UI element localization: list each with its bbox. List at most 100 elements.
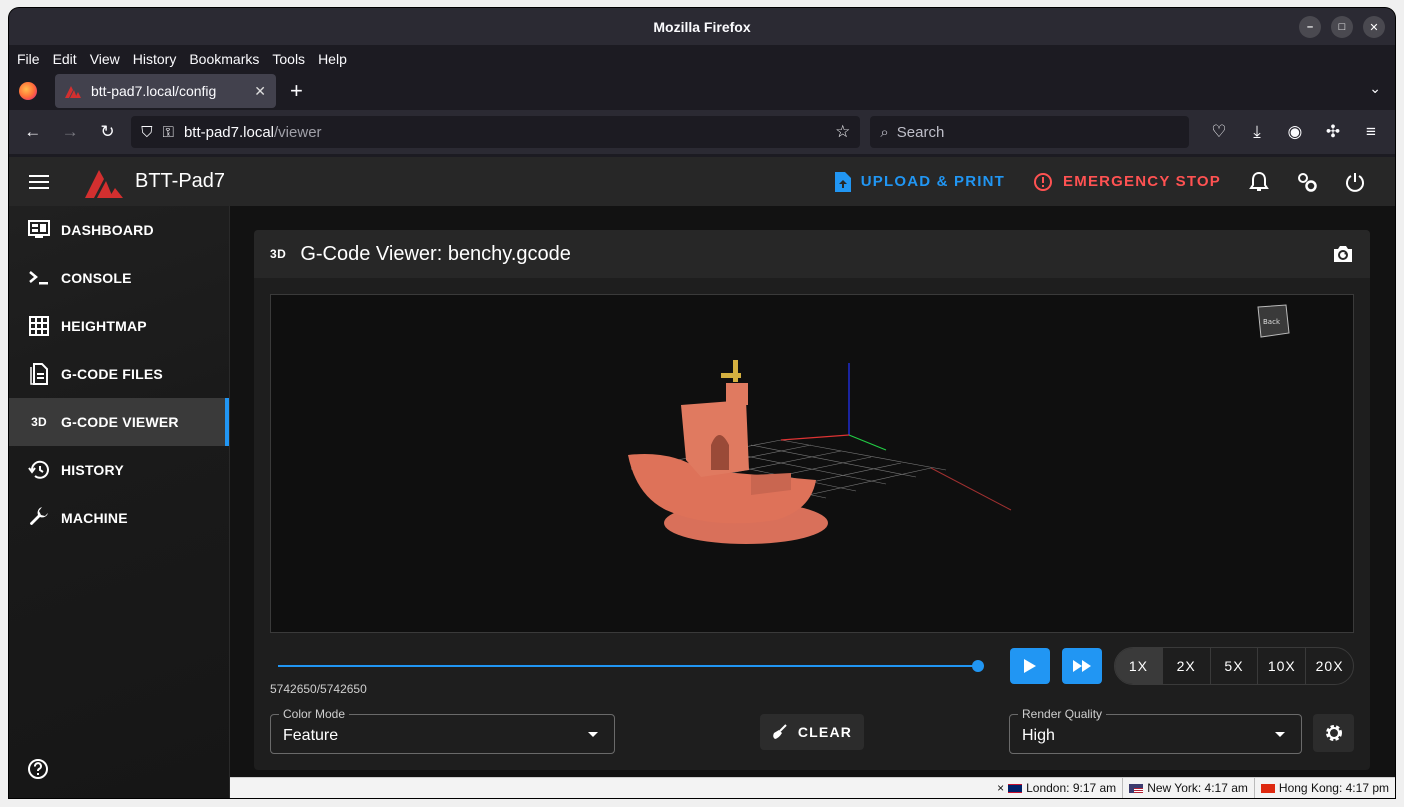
close-tab-icon[interactable]: ✕: [254, 83, 266, 100]
forward-button[interactable]: →: [54, 116, 85, 148]
play-button[interactable]: [1010, 648, 1050, 684]
x-axis: [780, 434, 850, 441]
camera-reset-icon[interactable]: [1332, 244, 1354, 264]
clock-status-bar: × London: 9:17 am New York: 4:17 am Hong…: [230, 777, 1395, 798]
menu-edit[interactable]: Edit: [53, 51, 77, 67]
3d-icon: 3D: [31, 415, 47, 429]
emergency-stop-button[interactable]: EMERGENCY STOP: [1019, 172, 1235, 192]
speed-5x-button[interactable]: 5X: [1211, 648, 1259, 684]
hamburger-menu-icon[interactable]: [29, 174, 49, 189]
menu-bookmarks[interactable]: Bookmarks: [189, 51, 259, 67]
new-tab-button[interactable]: +: [290, 78, 303, 104]
main-content: 3D G-Code Viewer: benchy.gcode Back 5742…: [230, 206, 1395, 780]
sidebar-item-heightmap[interactable]: HEIGHTMAP: [9, 302, 229, 350]
shield-icon[interactable]: ⛉: [141, 124, 152, 141]
minimize-button[interactable]: –: [1299, 16, 1321, 38]
history-icon: [27, 458, 51, 482]
render-quality-select[interactable]: Render Quality High: [1009, 707, 1302, 754]
pocket-icon[interactable]: ♡: [1203, 116, 1235, 148]
gcode-3d-viewport[interactable]: Back: [270, 294, 1354, 633]
menu-help[interactable]: Help: [318, 51, 347, 67]
power-icon[interactable]: [1331, 162, 1379, 202]
menu-view[interactable]: View: [90, 51, 120, 67]
notifications-bell-icon[interactable]: [1235, 162, 1283, 202]
gcode-render-canvas[interactable]: Back: [271, 295, 1355, 634]
speed-20x-button[interactable]: 20X: [1306, 648, 1353, 684]
search-bar[interactable]: ⌕ Search: [870, 116, 1189, 148]
file-document-icon: [27, 362, 51, 386]
sidebar-item-gcode-files[interactable]: G-CODE FILES: [9, 350, 229, 398]
browser-tab[interactable]: btt-pad7.local/config ✕: [55, 74, 276, 108]
file-upload-icon: [834, 171, 851, 192]
view-cube[interactable]: Back: [1257, 304, 1290, 338]
hk-flag-icon: [1260, 783, 1275, 793]
btt-favicon-icon: [65, 86, 81, 98]
mainsail-app: BTT-Pad7 UPLOAD & PRINT EMERGENCY STOP D…: [9, 157, 1395, 798]
sidebar-item-console[interactable]: CONSOLE: [9, 254, 229, 302]
window-title: Mozilla Firefox: [653, 18, 751, 35]
menu-history[interactable]: History: [133, 51, 177, 67]
sidebar-item-label: HEIGHTMAP: [61, 318, 147, 334]
broom-icon: [773, 724, 787, 739]
address-bar[interactable]: ⛉ ⚿ btt-pad7.local/viewer ☆: [131, 116, 861, 148]
printer-name: BTT-Pad7: [135, 170, 226, 192]
firefox-view-icon[interactable]: [19, 82, 37, 100]
speed-2x-button[interactable]: 2X: [1163, 648, 1211, 684]
search-icon: ⌕: [880, 123, 889, 141]
viewer-settings-button[interactable]: [1313, 714, 1354, 752]
slider-track[interactable]: [278, 665, 978, 667]
bookmark-star-icon[interactable]: ☆: [835, 122, 850, 142]
menu-file[interactable]: File: [17, 51, 40, 67]
gcode-viewer-panel: 3D G-Code Viewer: benchy.gcode Back 5742…: [254, 230, 1370, 770]
gear-icon: [1325, 725, 1342, 741]
sidebar-item-label: MACHINE: [61, 510, 128, 526]
color-mode-select[interactable]: Color Mode Feature: [270, 707, 615, 754]
chevron-down-icon: [1275, 732, 1285, 737]
chevron-down-icon: [588, 732, 598, 737]
speed-10x-button[interactable]: 10X: [1258, 648, 1307, 684]
list-all-tabs-icon[interactable]: ⌄: [1369, 80, 1381, 97]
reload-button[interactable]: ↻: [92, 116, 123, 148]
sidebar-item-history[interactable]: HISTORY: [9, 446, 229, 494]
site-info-icon[interactable]: ⚿: [163, 124, 174, 141]
downloads-icon[interactable]: ⤓: [1241, 116, 1273, 148]
slider-thumb[interactable]: [972, 660, 984, 672]
close-clocks-icon[interactable]: ×: [997, 781, 1004, 795]
clear-button[interactable]: CLEAR: [760, 714, 864, 750]
fast-forward-button[interactable]: [1062, 648, 1102, 684]
sidebar-nav: DASHBOARD CONSOLE HEIGHTMAP G-CODE FILES…: [9, 206, 230, 798]
3d-icon: 3D: [270, 247, 287, 261]
render-quality-label: Render Quality: [1018, 707, 1107, 721]
render-quality-value: High: [1022, 727, 1055, 744]
color-mode-value: Feature: [283, 727, 339, 744]
app-menu-icon[interactable]: ≡: [1355, 116, 1387, 148]
menu-tools[interactable]: Tools: [272, 51, 305, 67]
extensions-icon[interactable]: ✣: [1317, 116, 1349, 148]
maximize-button[interactable]: □: [1331, 16, 1353, 38]
account-icon[interactable]: ◉: [1279, 116, 1311, 148]
menu-bar: File Edit View History Bookmarks Tools H…: [9, 45, 1395, 72]
uk-flag-icon: [1008, 783, 1023, 793]
clock-text: London: 9:17 am: [1026, 781, 1117, 795]
sidebar-item-machine[interactable]: MACHINE: [9, 494, 229, 542]
alert-circle-icon: [1034, 172, 1053, 191]
url-path: /viewer: [274, 123, 322, 141]
emergency-stop-label: EMERGENCY STOP: [1063, 173, 1221, 190]
back-button[interactable]: ←: [17, 116, 48, 148]
color-mode-label: Color Mode: [279, 707, 350, 721]
panel-header: 3D G-Code Viewer: benchy.gcode: [254, 230, 1370, 278]
close-window-button[interactable]: ✕: [1363, 16, 1385, 38]
upload-print-button[interactable]: UPLOAD & PRINT: [821, 171, 1019, 192]
btt-logo-icon: [85, 169, 123, 198]
sidebar-item-label: G-CODE VIEWER: [61, 414, 179, 430]
sidebar-item-label: G-CODE FILES: [61, 366, 163, 382]
sidebar-item-dashboard[interactable]: DASHBOARD: [9, 206, 229, 254]
search-placeholder: Search: [896, 123, 945, 141]
wrench-icon: [27, 506, 51, 530]
sidebar-item-gcode-viewer[interactable]: 3D G-CODE VIEWER: [9, 398, 229, 446]
console-icon: [27, 266, 51, 290]
help-circle-icon[interactable]: [27, 758, 49, 780]
settings-cogs-icon[interactable]: [1283, 162, 1331, 202]
speed-1x-button[interactable]: 1X: [1115, 648, 1163, 684]
url-host: btt-pad7.local: [183, 123, 275, 141]
